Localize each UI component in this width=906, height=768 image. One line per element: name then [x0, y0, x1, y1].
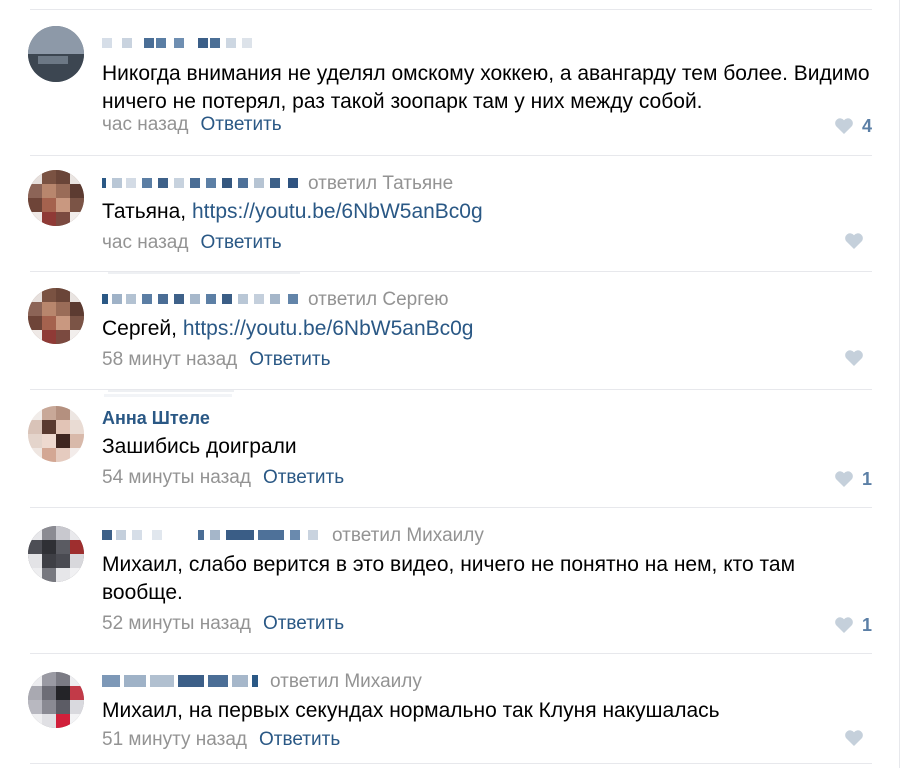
- replied-to[interactable]: ответил Татьяне: [308, 173, 453, 194]
- like-button[interactable]: [844, 729, 872, 747]
- divider: [104, 394, 232, 397]
- heart-icon: [834, 470, 854, 488]
- avatar[interactable]: [28, 406, 84, 462]
- comment-author[interactable]: ответил Михаилу: [102, 670, 422, 694]
- author-name-blurred[interactable]: [102, 177, 300, 190]
- comment-text: Михаил, слабо верится в это видео, ничег…: [102, 553, 796, 604]
- comment-text-prefix: Татьяна,: [102, 200, 192, 223]
- author-name-blurred[interactable]: [102, 37, 252, 50]
- comment-meta: 51 минуту назад Ответить: [102, 728, 340, 752]
- comment-meta: час назад Ответить: [102, 231, 282, 255]
- comment-item: ответил Сергею Сергей, https://youtu.be/…: [0, 272, 880, 392]
- author-name-blurred[interactable]: [102, 674, 262, 689]
- comment-time[interactable]: 58 минут назад: [102, 349, 237, 370]
- comment-text-prefix: Сергей,: [102, 317, 183, 340]
- reply-button[interactable]: Ответить: [263, 467, 344, 488]
- avatar[interactable]: [28, 672, 84, 728]
- comment-text: Татьяна, https://youtu.be/6NbW5anBc0g: [102, 198, 872, 226]
- heart-icon: [844, 729, 864, 747]
- replied-to[interactable]: ответил Сергею: [308, 289, 449, 310]
- comment-author[interactable]: ответил Михаилу: [102, 524, 484, 548]
- like-count: 1: [861, 469, 872, 489]
- comment-time[interactable]: 54 минуты назад: [102, 467, 251, 488]
- heart-icon: [844, 232, 864, 250]
- comments-panel: Никогда внимания не уделял омскому хокке…: [0, 0, 906, 768]
- comment-author[interactable]: ответил Татьяне: [102, 172, 453, 196]
- comment-item: Анна Штеле Зашибись доиграли 54 минуты н…: [0, 390, 880, 508]
- reply-button[interactable]: Ответить: [263, 613, 344, 634]
- comment-time[interactable]: час назад: [102, 232, 188, 253]
- divider: [899, 0, 900, 768]
- comment-meta: 52 минуты назад Ответить: [102, 612, 344, 636]
- reply-button[interactable]: Ответить: [249, 349, 330, 370]
- comment-meta: 54 минуты назад Ответить: [102, 466, 344, 490]
- youtube-link[interactable]: https://youtu.be/6NbW5anBc0g: [183, 317, 474, 340]
- comment-time[interactable]: 51 минуту назад: [102, 729, 247, 750]
- avatar[interactable]: [28, 288, 84, 344]
- like-button[interactable]: 4: [834, 114, 872, 138]
- author-name-blurred[interactable]: [102, 293, 300, 306]
- comment-item: Никогда внимания не уделял омскому хокке…: [0, 10, 880, 156]
- divider: [30, 763, 872, 764]
- avatar[interactable]: [28, 526, 84, 582]
- author-name[interactable]: Анна Штеле: [102, 408, 210, 428]
- replied-to[interactable]: ответил Михаилу: [270, 671, 422, 692]
- comment-text: Зашибись доиграли: [102, 435, 297, 458]
- comment-time[interactable]: 52 минуты назад: [102, 613, 251, 634]
- like-button[interactable]: [844, 232, 872, 250]
- like-button[interactable]: 1: [834, 613, 872, 637]
- heart-icon: [834, 616, 854, 634]
- comment-time[interactable]: час назад: [102, 114, 188, 135]
- reply-button[interactable]: Ответить: [200, 114, 281, 135]
- comment-text: Никогда внимания не уделял омскому хокке…: [102, 62, 870, 113]
- reply-button[interactable]: Ответить: [200, 232, 281, 253]
- comment-item: ответил Михаилу Михаил, на первых секунд…: [0, 654, 880, 763]
- comment-text: Михаил, на первых секундах нормально так…: [102, 699, 720, 722]
- like-count: 4: [861, 116, 872, 136]
- heart-icon: [844, 349, 864, 367]
- comment-author[interactable]: Анна Штеле: [102, 406, 210, 430]
- comment-meta: час назад Ответить: [102, 113, 282, 137]
- avatar[interactable]: [28, 26, 84, 82]
- comment-author[interactable]: ответил Сергею: [102, 288, 449, 312]
- heart-icon: [834, 117, 854, 135]
- youtube-link[interactable]: https://youtu.be/6NbW5anBc0g: [192, 200, 483, 223]
- comment-item: ответил Татьяне Татьяна, https://youtu.b…: [0, 156, 880, 274]
- reply-button[interactable]: Ответить: [259, 729, 340, 750]
- replied-to[interactable]: ответил Михаилу: [332, 525, 484, 546]
- comment-author[interactable]: [102, 32, 260, 56]
- like-button[interactable]: 1: [834, 467, 872, 491]
- author-name-blurred[interactable]: [102, 529, 324, 542]
- comment-meta: 58 минут назад Ответить: [102, 348, 331, 372]
- comment-item: ответил Михаилу Михаил, слабо верится в …: [0, 508, 880, 654]
- like-button[interactable]: [844, 349, 872, 367]
- like-count: 1: [861, 615, 872, 635]
- comment-text: Сергей, https://youtu.be/6NbW5anBc0g: [102, 315, 872, 343]
- avatar[interactable]: [28, 170, 84, 226]
